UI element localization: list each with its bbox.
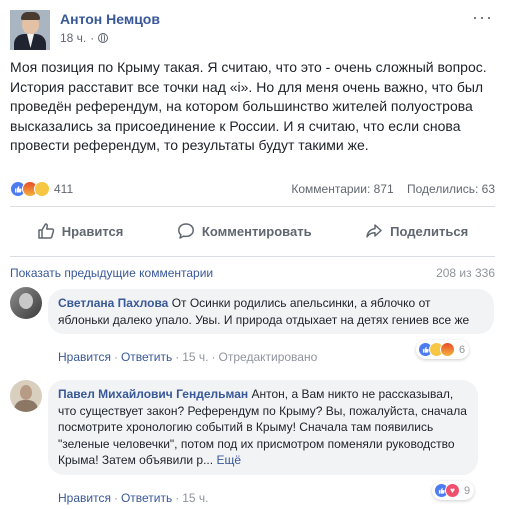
- comments-pagination-count: 208 из 336: [436, 266, 495, 280]
- post-timestamp[interactable]: 18 ч.: [60, 31, 86, 45]
- love-reaction-icon: ♥: [445, 483, 460, 498]
- divider: [10, 256, 495, 257]
- author-avatar[interactable]: [10, 10, 50, 50]
- comment-icon: [177, 223, 194, 239]
- post-stats: Комментарии: 871 Поделились: 63: [291, 182, 495, 196]
- post-meta: 18 ч. ·: [60, 31, 109, 45]
- see-more-link[interactable]: Ещё: [216, 453, 241, 467]
- commenter-avatar[interactable]: [10, 287, 42, 319]
- comment-meta: Нравится · Ответить · 15 ч. · Отредактир…: [58, 350, 318, 364]
- shares-count-link[interactable]: Поделились: 63: [407, 182, 495, 196]
- comment-reactions[interactable]: 6: [416, 340, 470, 359]
- comment-like-link[interactable]: Нравится: [58, 350, 111, 364]
- comment-bubble: Светлана Пахлова От Осинки родились апел…: [48, 289, 494, 334]
- thumbs-up-icon: [38, 223, 54, 239]
- show-previous-comments-link[interactable]: Показать предыдущие комментарии: [10, 266, 213, 280]
- like-button[interactable]: Нравится: [37, 222, 123, 240]
- post-actions: Нравится Комментировать Поделиться: [10, 214, 495, 248]
- comment-reactions[interactable]: ♥ 9: [432, 481, 475, 500]
- comment-button[interactable]: Комментировать: [177, 222, 312, 240]
- more-options-icon[interactable]: ···: [472, 8, 493, 26]
- post-text: Моя позиция по Крыму такая. Я считаю, чт…: [10, 59, 487, 153]
- angry-reaction-icon: [440, 342, 455, 357]
- comment-timestamp[interactable]: 15 ч.: [182, 350, 208, 364]
- comment-meta: Нравится · Ответить · 15 ч.: [58, 491, 209, 505]
- share-icon: [366, 224, 382, 238]
- comment-reply-link[interactable]: Ответить: [121, 350, 172, 364]
- commenter-avatar[interactable]: [10, 380, 42, 412]
- divider: [10, 206, 495, 207]
- post-author-name[interactable]: Антон Немцов: [60, 11, 160, 27]
- comment-reactions-count: 9: [464, 484, 471, 497]
- comment-bubble: Павел Михайлович Гендельман Антон, а Вам…: [48, 380, 478, 475]
- comment-reply-link[interactable]: Ответить: [121, 491, 172, 505]
- comment-timestamp[interactable]: 15 ч.: [182, 491, 208, 505]
- globe-icon: [98, 33, 109, 43]
- commenter-name[interactable]: Павел Михайлович Гендельман: [58, 387, 248, 401]
- comment-like-link[interactable]: Нравится: [58, 491, 111, 505]
- wow-reaction-icon: [34, 181, 50, 197]
- comment-reactions-count: 6: [459, 343, 466, 356]
- reactions-count: 411: [54, 182, 74, 196]
- share-button[interactable]: Поделиться: [365, 222, 468, 240]
- commenter-name[interactable]: Светлана Пахлова: [58, 296, 168, 310]
- post-reactions[interactable]: 411: [10, 181, 73, 197]
- comments-count-link[interactable]: Комментарии: 871: [291, 182, 393, 196]
- facebook-post: Антон Немцов 18 ч. · ··· Моя позиция по …: [0, 0, 505, 509]
- comment-edited-label[interactable]: Отредактировано: [219, 350, 318, 364]
